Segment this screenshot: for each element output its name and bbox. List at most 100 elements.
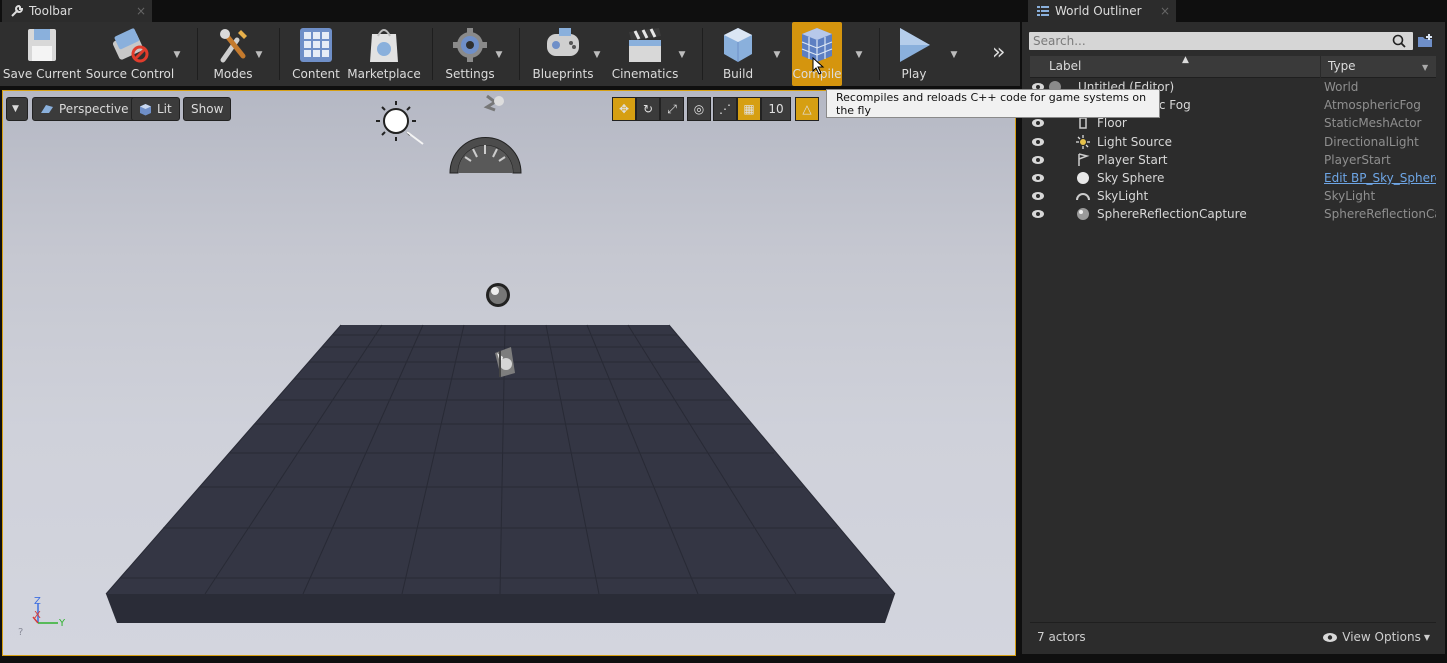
- chevron-down-icon[interactable]: ▼: [948, 50, 960, 60]
- list-item[interactable]: SphereReflectionCapture SphereReflection…: [1030, 205, 1436, 223]
- help-icon[interactable]: ?: [18, 627, 23, 638]
- static-mesh-icon: [1079, 117, 1087, 130]
- search-icon[interactable]: [1392, 34, 1406, 48]
- divider: [1030, 622, 1436, 623]
- outliner-header: Label ▲ Type ▼: [1030, 55, 1436, 78]
- world-space-icon[interactable]: ◎: [687, 97, 711, 121]
- translate-tool-icon[interactable]: ✥: [612, 97, 636, 121]
- rotate-tool-icon[interactable]: ↻: [636, 97, 660, 121]
- grid-snap-icon[interactable]: ▦: [737, 97, 761, 121]
- coordinate-tools: ◎: [687, 97, 711, 121]
- perspective-icon: [41, 105, 53, 113]
- floor-front-edge: [106, 594, 895, 623]
- wrench-icon: [10, 4, 24, 18]
- edit-blueprint-link[interactable]: Edit BP_Sky_Sphere: [1324, 171, 1436, 185]
- content-button[interactable]: Content: [288, 22, 344, 86]
- axis-x-label: X: [34, 610, 41, 621]
- close-icon[interactable]: ×: [136, 4, 146, 18]
- chevron-down-icon[interactable]: ▼: [676, 50, 688, 60]
- scene-render: [32, 94, 896, 624]
- visibility-eye-icon[interactable]: [1031, 117, 1045, 129]
- visibility-eye-icon[interactable]: [1031, 208, 1045, 220]
- cinematics-button[interactable]: Cinematics: [612, 22, 678, 86]
- column-type[interactable]: Type: [1328, 59, 1356, 73]
- save-icon: [28, 29, 56, 61]
- source-control-icon: [112, 28, 149, 63]
- outliner-icon: [1036, 4, 1050, 18]
- divider: [519, 28, 520, 80]
- divider: [879, 28, 880, 80]
- blueprints-icon: [547, 28, 579, 56]
- chevron-down-icon[interactable]: ▼: [493, 50, 505, 60]
- view-options-button[interactable]: View Options ▼: [1322, 630, 1430, 644]
- toolbar-overflow-icon[interactable]: »: [992, 40, 1005, 65]
- perspective-button[interactable]: Perspective: [32, 97, 137, 121]
- sphere-reflection-capture-icon: [486, 283, 510, 307]
- play-button[interactable]: Play: [888, 22, 940, 86]
- lit-cube-icon: [140, 103, 151, 115]
- chevron-down-icon[interactable]: ▼: [253, 50, 265, 60]
- sort-ascending-icon: ▲: [1182, 55, 1189, 65]
- list-item[interactable]: Player Start PlayerStart: [1030, 151, 1436, 169]
- chevron-down-icon[interactable]: ▼: [171, 50, 183, 60]
- cinematics-icon: [629, 28, 661, 62]
- tab-world-outliner[interactable]: World Outliner ×: [1028, 0, 1176, 22]
- chevron-down-icon[interactable]: ▼: [853, 50, 865, 60]
- grid-size-value[interactable]: 10: [761, 97, 791, 121]
- build-button[interactable]: Build: [712, 22, 764, 86]
- compile-tooltip: Recompiles and reloads C++ code for game…: [826, 89, 1160, 118]
- viewport-options-button[interactable]: ▼: [6, 97, 28, 121]
- divider: [432, 28, 433, 80]
- play-icon: [900, 28, 930, 62]
- divider: [1320, 56, 1321, 78]
- snap-tools: ⋰ ▦ 10 △: [713, 97, 819, 121]
- settings-button[interactable]: Settings: [442, 22, 498, 86]
- scale-tool-icon[interactable]: ⤢: [660, 97, 684, 121]
- list-item[interactable]: Sky Sphere Edit BP_Sky_Sphere: [1030, 169, 1436, 187]
- skylight-icon: [1076, 193, 1090, 201]
- add-folder-icon[interactable]: [1415, 31, 1435, 51]
- reflection-capture-icon: [1077, 208, 1089, 221]
- column-label[interactable]: Label: [1049, 59, 1081, 73]
- source-control-button[interactable]: Source Control: [86, 22, 174, 86]
- outliner-footer: 7 actors View Options ▼: [1030, 626, 1436, 650]
- mouse-cursor-icon: [812, 57, 825, 75]
- tab-title: Toolbar: [29, 4, 73, 18]
- settings-icon: [453, 28, 487, 62]
- light-source-icon: [376, 101, 424, 145]
- transform-tools: ✥ ↻ ⤢: [612, 97, 684, 121]
- divider: [279, 28, 280, 80]
- close-icon[interactable]: ×: [1160, 4, 1170, 18]
- surface-snap-icon[interactable]: ⋰: [713, 97, 737, 121]
- marketplace-button[interactable]: Marketplace: [347, 22, 421, 86]
- sphere-icon: [1077, 171, 1089, 184]
- list-item[interactable]: SkyLight SkyLight: [1030, 187, 1436, 205]
- blueprints-button[interactable]: Blueprints: [530, 22, 596, 86]
- show-button[interactable]: Show: [183, 97, 232, 121]
- visibility-eye-icon[interactable]: [1031, 172, 1045, 184]
- chevron-down-icon[interactable]: ▼: [591, 50, 603, 60]
- level-viewport[interactable]: Z X Y ? ▼ Perspective Lit Show ✥ ↻ ⤢ ◎ ⋰…: [2, 90, 1016, 656]
- skylight-icon: [449, 137, 522, 174]
- save-current-button[interactable]: Save Current: [3, 22, 81, 86]
- axis-z-label: Z: [34, 596, 41, 607]
- divider: [197, 28, 198, 80]
- tab-toolbar[interactable]: Toolbar ×: [2, 0, 152, 22]
- visibility-eye-icon[interactable]: [1031, 154, 1045, 166]
- player-start-icon: [1078, 153, 1090, 166]
- rotation-snap-icon[interactable]: △: [795, 97, 819, 121]
- content-icon: [300, 28, 332, 62]
- lit-button[interactable]: Lit: [131, 97, 180, 121]
- actor-count: 7 actors: [1037, 630, 1086, 644]
- visibility-eye-icon[interactable]: [1031, 190, 1045, 202]
- chevron-down-icon[interactable]: ▼: [771, 50, 783, 60]
- search-input[interactable]: Search...: [1029, 32, 1413, 50]
- visibility-eye-icon[interactable]: [1031, 136, 1045, 148]
- atmospheric-fog-icon: [483, 94, 504, 112]
- chevron-down-icon: ▼: [12, 104, 19, 114]
- compile-button[interactable]: Compile: [792, 22, 842, 86]
- list-item[interactable]: Light Source DirectionalLight: [1030, 133, 1436, 151]
- divider: [702, 28, 703, 80]
- build-icon: [724, 28, 752, 62]
- chevron-down-icon[interactable]: ▼: [1422, 63, 1428, 72]
